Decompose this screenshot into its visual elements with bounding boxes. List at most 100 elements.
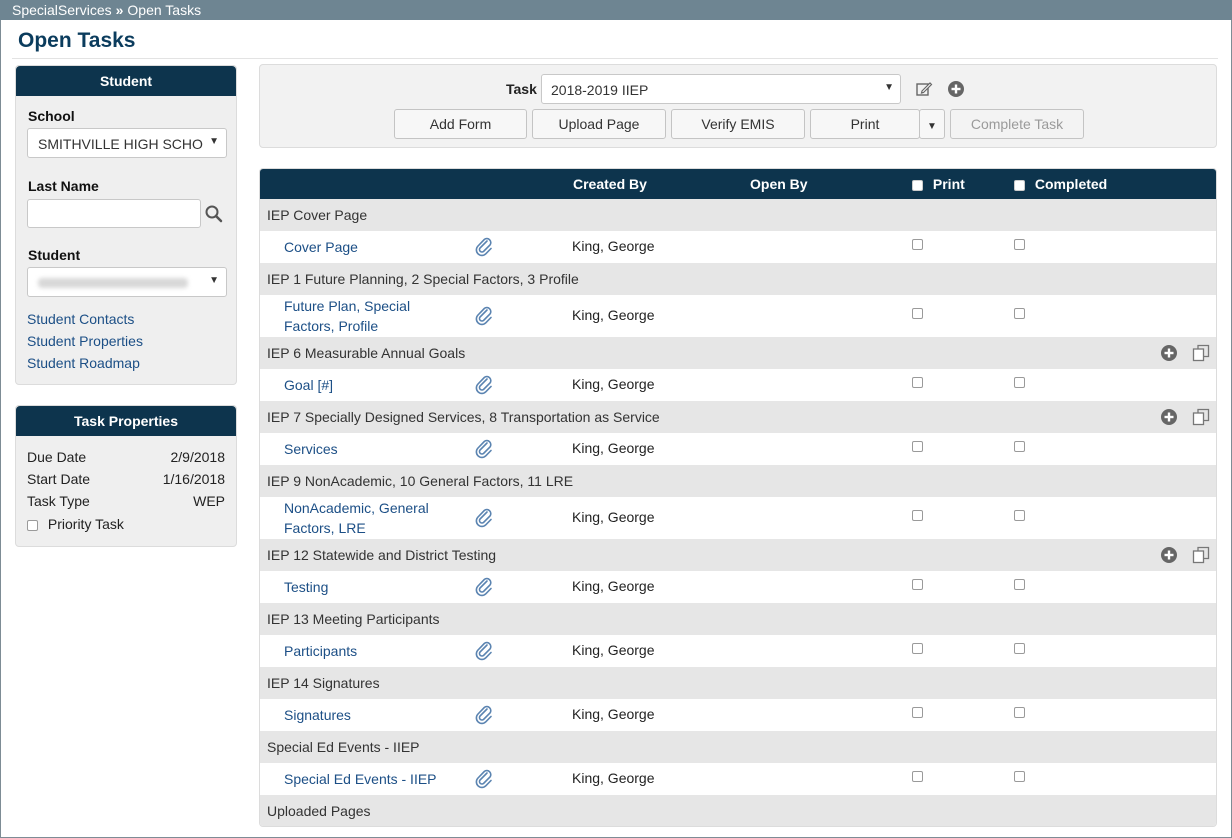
created-by-cell: King, George (572, 440, 655, 456)
breadcrumb-current: Open Tasks (127, 2, 202, 18)
add-form-button[interactable]: Add Form (394, 109, 527, 139)
completed-checkbox[interactable] (1014, 510, 1025, 521)
add-circle-icon[interactable] (947, 80, 965, 98)
completed-checkbox[interactable] (1014, 377, 1025, 388)
school-label: School (28, 108, 75, 124)
group-title: IEP 7 Specially Designed Services, 8 Tra… (267, 409, 660, 425)
form-link[interactable]: NonAcademic, General Factors, LRE (284, 498, 464, 538)
completed-checkbox[interactable] (1014, 643, 1025, 654)
student-select[interactable]: ▼ (27, 267, 227, 297)
print-checkbox[interactable] (912, 643, 923, 654)
print-checkbox[interactable] (912, 377, 923, 388)
priority-task-checkbox[interactable] (27, 519, 38, 531)
last-name-label: Last Name (28, 178, 99, 194)
breadcrumb: SpecialServices» Open Tasks (0, 0, 1232, 20)
task-label: Task (506, 81, 537, 97)
group-header: Special Ed Events - IIEP (260, 731, 1216, 763)
paperclip-icon[interactable] (475, 769, 493, 789)
open-by-header: Open By (750, 176, 808, 192)
group-title: IEP 13 Meeting Participants (267, 611, 440, 627)
form-link[interactable]: Future Plan, Special Factors, Profile (284, 296, 464, 336)
print-checkbox[interactable] (912, 771, 923, 782)
breadcrumb-root[interactable]: SpecialServices (12, 2, 112, 18)
school-select-value: SMITHVILLE HIGH SCHO (38, 136, 203, 152)
paperclip-icon[interactable] (475, 577, 493, 597)
copy-icon[interactable] (1192, 546, 1210, 564)
student-contacts-link[interactable]: Student Contacts (27, 311, 134, 327)
form-link[interactable]: Testing (284, 577, 464, 597)
completed-checkbox[interactable] (1014, 707, 1025, 718)
upload-page-button[interactable]: Upload Page (532, 109, 666, 139)
redacted-student-name (38, 278, 188, 288)
start-date-row: Start Date 1/16/2018 (27, 471, 225, 487)
paperclip-icon[interactable] (475, 439, 493, 459)
print-checkbox[interactable] (912, 707, 923, 718)
task-row: Services King, George (260, 433, 1216, 465)
task-properties-panel: Task Properties Due Date 2/9/2018 Start … (15, 405, 237, 547)
edit-icon[interactable] (915, 80, 933, 98)
page-title: Open Tasks (18, 29, 136, 52)
group-title: IEP 6 Measurable Annual Goals (267, 345, 466, 361)
title-divider (12, 58, 1218, 59)
completed-checkbox[interactable] (1014, 308, 1025, 319)
task-select[interactable]: 2018-2019 IIEP ▼ (541, 74, 901, 104)
group-title: Uploaded Pages (267, 803, 371, 819)
task-type-label: Task Type (27, 493, 90, 509)
task-row: Signatures King, George (260, 699, 1216, 731)
print-checkbox[interactable] (912, 308, 923, 319)
chevron-down-icon: ▼ (209, 275, 219, 286)
priority-task-label: Priority Task (47, 516, 124, 532)
paperclip-icon[interactable] (475, 641, 493, 661)
completed-checkbox[interactable] (1014, 441, 1025, 452)
form-link[interactable]: Signatures (284, 705, 464, 725)
group-header: IEP 6 Measurable Annual Goals (260, 337, 1216, 369)
last-name-input[interactable] (27, 199, 201, 228)
print-checkbox[interactable] (912, 510, 923, 521)
completed-checkbox[interactable] (1014, 771, 1025, 782)
add-circle-icon[interactable] (1160, 408, 1178, 426)
paperclip-icon[interactable] (475, 508, 493, 528)
form-link[interactable]: Goal [#] (284, 375, 464, 395)
created-by-cell: King, George (572, 307, 655, 323)
task-row: Testing King, George (260, 571, 1216, 603)
complete-task-button[interactable]: Complete Task (950, 109, 1084, 139)
task-select-value: 2018-2019 IIEP (551, 82, 649, 98)
form-link[interactable]: Participants (284, 641, 464, 661)
form-link[interactable]: Special Ed Events - IIEP (284, 769, 464, 789)
paperclip-icon[interactable] (475, 705, 493, 725)
print-button[interactable]: Print (810, 109, 920, 139)
paperclip-icon[interactable] (475, 237, 493, 257)
print-checkbox[interactable] (912, 441, 923, 452)
group-header: IEP 1 Future Planning, 2 Special Factors… (260, 263, 1216, 295)
completed-checkbox[interactable] (1014, 239, 1025, 250)
form-link[interactable]: Cover Page (284, 237, 464, 257)
student-properties-link[interactable]: Student Properties (27, 333, 143, 349)
group-title: IEP 12 Statewide and District Testing (267, 547, 497, 563)
copy-icon[interactable] (1192, 408, 1210, 426)
print-checkbox[interactable] (912, 579, 923, 590)
completed-all-checkbox[interactable] (1014, 179, 1025, 191)
created-by-cell: King, George (572, 642, 655, 658)
add-circle-icon[interactable] (1160, 344, 1178, 362)
print-checkbox[interactable] (912, 239, 923, 250)
copy-icon[interactable] (1192, 344, 1210, 362)
search-icon[interactable] (204, 204, 224, 224)
group-header: IEP 9 NonAcademic, 10 General Factors, 1… (260, 465, 1216, 497)
paperclip-icon[interactable] (475, 306, 493, 326)
student-panel-header: Student (16, 66, 236, 96)
student-roadmap-link[interactable]: Student Roadmap (27, 355, 140, 371)
school-select[interactable]: SMITHVILLE HIGH SCHO ▼ (27, 128, 227, 158)
print-all-checkbox[interactable] (912, 179, 923, 191)
completed-checkbox[interactable] (1014, 579, 1025, 590)
form-link[interactable]: Services (284, 439, 464, 459)
verify-emis-button[interactable]: Verify EMIS (671, 109, 805, 139)
task-row: Participants King, George (260, 635, 1216, 667)
task-row: Future Plan, Special Factors, Profile Kin… (260, 295, 1216, 337)
paperclip-icon[interactable] (475, 375, 493, 395)
task-grid: Created By Open By Print Completed IEP C… (259, 168, 1217, 827)
group-header: IEP 14 Signatures (260, 667, 1216, 699)
add-circle-icon[interactable] (1160, 546, 1178, 564)
task-row: Special Ed Events - IIEP King, George (260, 763, 1216, 795)
print-menu-toggle[interactable]: ▼ (919, 109, 945, 139)
task-type-row: Task Type WEP (27, 493, 225, 509)
